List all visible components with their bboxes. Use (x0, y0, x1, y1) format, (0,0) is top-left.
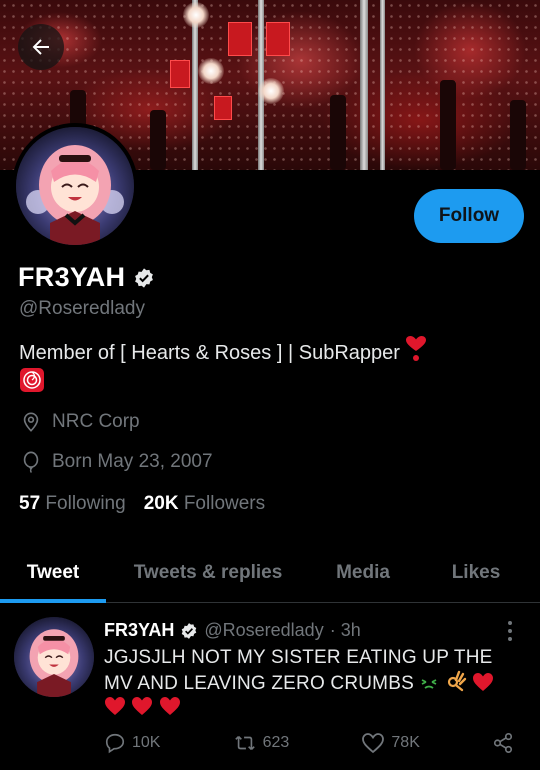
street-lamp (198, 58, 224, 84)
follow-stats: 57 Following 20K Followers (19, 493, 265, 515)
balloon-icon (23, 451, 39, 474)
tree-trunk (330, 95, 346, 170)
heart-exclamation-icon (406, 336, 427, 361)
red-heart-icon (132, 697, 153, 715)
display-name: FR3YAH (18, 262, 126, 292)
tab-label: Tweets & replies (133, 562, 283, 583)
following-label: Following (45, 493, 126, 514)
verified-badge-icon (182, 622, 197, 639)
ok-hand-icon (447, 670, 467, 692)
location-row: NRC Corp (20, 410, 140, 434)
active-tab-indicator (0, 599, 106, 603)
street-lamp (183, 2, 209, 28)
banner-sign (266, 22, 290, 56)
following-count: 57 (19, 493, 41, 514)
tab-label: Media (336, 562, 390, 583)
back-button[interactable] (18, 24, 64, 70)
tab-likes[interactable]: Likes (416, 545, 536, 601)
street-lamp (258, 78, 284, 104)
profile-bio: Member of [ Hearts & Roses ] | SubRapper (19, 336, 519, 398)
red-heart-icon (473, 673, 494, 691)
tweet-actions: 10K 623 78K (104, 732, 514, 754)
retweet-button[interactable]: 623 (233, 732, 290, 754)
tweet-author-avatar[interactable] (14, 617, 94, 697)
reply-count: 10K (132, 734, 161, 751)
street-pole (380, 0, 385, 170)
tab-tweet[interactable]: Tweet (0, 545, 106, 603)
avatar-illustration (14, 617, 94, 697)
profile-handle: @Roseredlady (19, 298, 145, 319)
like-count: 78K (391, 734, 420, 751)
tree-trunk (150, 110, 166, 170)
reply-icon (105, 733, 125, 754)
banner-sign (170, 60, 190, 88)
location-pin-icon (23, 412, 39, 432)
red-heart-icon (159, 697, 180, 715)
street-pole (360, 0, 368, 170)
followers-link[interactable]: 20K Followers (144, 493, 265, 515)
tweet-header: FR3YAH @Roseredlady · 3h (104, 620, 361, 641)
share-icon (493, 733, 513, 753)
retweet-count: 623 (262, 734, 290, 751)
arrow-left-icon (32, 39, 49, 55)
tweet-author-name[interactable]: FR3YAH (104, 620, 174, 641)
bio-text: Member of [ Hearts & Roses ] | SubRapper (19, 342, 400, 364)
tweet-author-handle[interactable]: @Roseredlady (204, 620, 323, 641)
tab-media[interactable]: Media (310, 545, 416, 601)
tab-label: Likes (451, 562, 501, 583)
heart-outline-icon (362, 733, 385, 754)
retweet-icon (234, 735, 255, 751)
like-button[interactable]: 78K (361, 732, 420, 754)
display-name-row: FR3YAH (18, 262, 155, 293)
red-heart-icon (105, 697, 125, 715)
tab-label: Tweet (26, 562, 80, 583)
follow-button[interactable]: Follow (414, 189, 524, 243)
profile-tabs: Tweet Tweets & replies Media Likes (0, 545, 540, 603)
reply-button[interactable]: 10K (104, 732, 160, 754)
tweet-timestamp: · 3h (329, 620, 361, 640)
location-text: NRC Corp (52, 411, 140, 432)
birthday-text: Born May 23, 2007 (52, 451, 213, 472)
tree-trunk (510, 100, 526, 170)
more-options-icon[interactable] (500, 619, 520, 643)
tweet-body: JGJSJLH NOT MY SISTER EATING UP THE MV A… (104, 646, 514, 720)
tab-tweets-replies[interactable]: Tweets & replies (106, 545, 310, 601)
birthday-row: Born May 23, 2007 (20, 450, 213, 474)
banner-sign (214, 96, 232, 120)
sleepy-face-icon (422, 679, 437, 689)
followers-label: Followers (183, 493, 266, 514)
verified-badge-icon (135, 267, 154, 288)
avatar-illustration (16, 127, 134, 245)
rose-icon (20, 368, 44, 392)
followers-count: 20K (143, 493, 179, 514)
tree-trunk (440, 80, 456, 170)
profile-avatar[interactable] (12, 123, 138, 249)
share-button[interactable] (492, 732, 514, 754)
banner-sign (228, 22, 252, 56)
following-link[interactable]: 57 Following (19, 493, 126, 515)
